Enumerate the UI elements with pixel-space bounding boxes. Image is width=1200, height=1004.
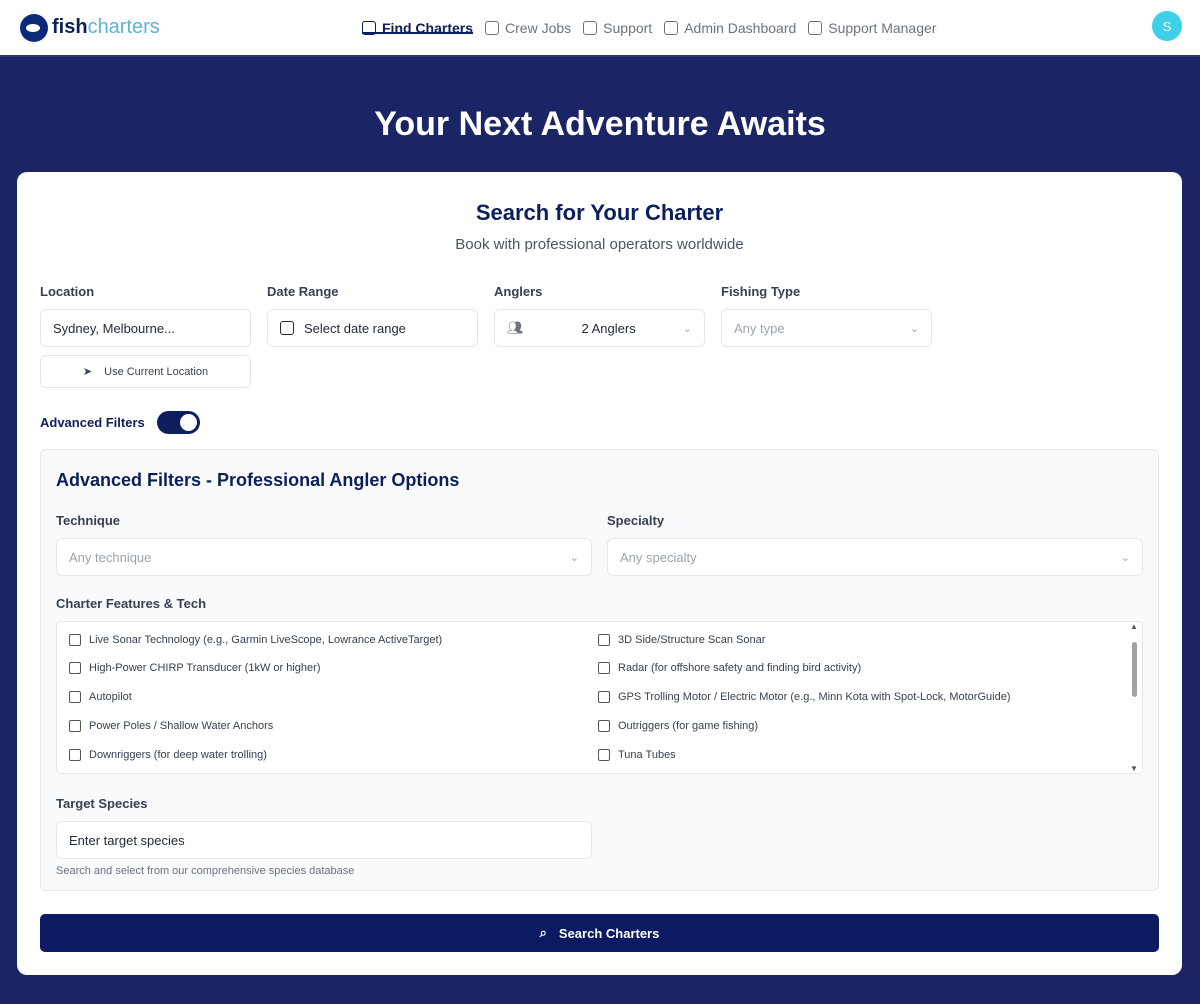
species-hint: Search and select from our comprehensive… [56, 865, 355, 877]
briefcase-icon [485, 20, 500, 35]
search-icon: ⌕ [539, 925, 547, 940]
feature-checkbox[interactable]: Power Poles / Shallow Water Anchors [69, 716, 598, 735]
top-nav: fishcharters Find Charters Crew Jobs Suppo… [0, 0, 1200, 57]
specialty-label: Specialty [607, 513, 665, 528]
anglers-label: Anglers [494, 284, 543, 299]
checkbox[interactable] [69, 748, 81, 761]
search-subtitle: Book with professional operators worldwi… [455, 236, 744, 253]
checkbox[interactable] [598, 662, 610, 675]
checkbox[interactable] [598, 633, 610, 646]
technique-select[interactable]: Any technique ⌄ [56, 538, 592, 576]
location-input[interactable]: Sydney, Melbourne... [40, 309, 251, 347]
species-input[interactable]: Enter target species [56, 821, 592, 859]
location-label: Location [40, 284, 95, 299]
nav-item-admin-dashboard[interactable]: Admin Dashboard [664, 0, 796, 55]
logo[interactable]: fishcharters [20, 13, 160, 42]
checkbox[interactable] [598, 691, 610, 704]
advanced-filters-panel: Advanced Filters - Professional Angler O… [40, 449, 1159, 891]
technique-label: Technique [56, 513, 121, 528]
checkbox[interactable] [69, 719, 81, 732]
checkbox[interactable] [598, 719, 610, 732]
anglers-select[interactable]: 👥︎ 2 Anglers ⌄ [494, 309, 705, 347]
checkbox[interactable] [598, 748, 610, 761]
nav-item-support[interactable]: Support [583, 0, 652, 55]
feature-checkbox[interactable]: Outriggers (for game fishing) [598, 716, 1130, 735]
search-card: Search for Your Charter Book with profes… [17, 172, 1182, 975]
nav-item-crew-jobs[interactable]: Crew Jobs [485, 0, 571, 55]
scrollbar[interactable]: ▲ ▼ [1130, 622, 1140, 773]
users-icon [664, 20, 679, 35]
feature-checkbox[interactable]: 3D Side/Structure Scan Sonar [598, 630, 1130, 649]
features-label: Charter Features & Tech [56, 596, 207, 611]
navigation-arrow-icon: ➤ [82, 366, 93, 378]
checkbox[interactable] [69, 662, 81, 675]
advanced-filters-title: Advanced Filters - Professional Angler O… [56, 470, 460, 490]
chevron-down-icon: ⌄ [682, 322, 692, 335]
avatar[interactable]: S [1152, 11, 1182, 41]
chevron-down-icon: ⌄ [909, 322, 919, 335]
fishing-type-label: Fishing Type [721, 284, 801, 299]
specialty-select[interactable]: Any specialty ⌄ [607, 538, 1143, 576]
feature-checkbox[interactable]: High-Power CHIRP Transducer (1kW or high… [69, 659, 598, 678]
nav-item-find-charters[interactable]: Find Charters [362, 0, 474, 55]
date-range-picker[interactable]: Select date range [267, 309, 478, 347]
feature-checkbox[interactable]: GPS Trolling Motor / Electric Motor (e.g… [598, 688, 1130, 707]
feature-checkbox[interactable]: Live Sonar Technology (e.g., Garmin Live… [69, 630, 598, 649]
feature-checkbox[interactable]: Radar (for offshore safety and finding b… [598, 659, 1130, 678]
search-charters-button[interactable]: ⌕ Search Charters [40, 914, 1159, 952]
ship-icon [362, 20, 376, 35]
fishing-type-select[interactable]: Any type ⌄ [721, 309, 932, 347]
headset-icon [808, 20, 823, 35]
chevron-down-icon: ⌄ [1120, 551, 1130, 564]
calendar-icon [280, 321, 294, 335]
feature-checkbox[interactable]: Tuna Tubes [598, 745, 1130, 764]
fish-logo-icon [20, 13, 48, 42]
search-title: Search for Your Charter [475, 200, 724, 225]
date-label: Date Range [267, 284, 339, 299]
users-icon: 👥︎ [507, 320, 524, 335]
feature-checkbox[interactable]: Autopilot [69, 688, 598, 707]
headset-icon [583, 20, 598, 35]
features-list: ▲ ▼ Live Sonar Technology (e.g., Garmin L… [56, 621, 1143, 774]
chevron-down-icon: ⌄ [569, 551, 579, 564]
checkbox[interactable] [69, 633, 81, 646]
nav-item-support-manager[interactable]: Support Manager [808, 0, 936, 55]
use-current-location-button[interactable]: ➤ Use Current Location [40, 355, 251, 388]
species-label: Target Species [56, 796, 148, 811]
checkbox[interactable] [69, 691, 81, 704]
hero-title: Your Next Adventure Awaits [374, 105, 826, 143]
advanced-filters-label: Advanced Filters [40, 415, 145, 430]
advanced-filters-toggle[interactable] [156, 411, 200, 434]
feature-checkbox[interactable]: Downriggers (for deep water trolling) [69, 745, 598, 764]
